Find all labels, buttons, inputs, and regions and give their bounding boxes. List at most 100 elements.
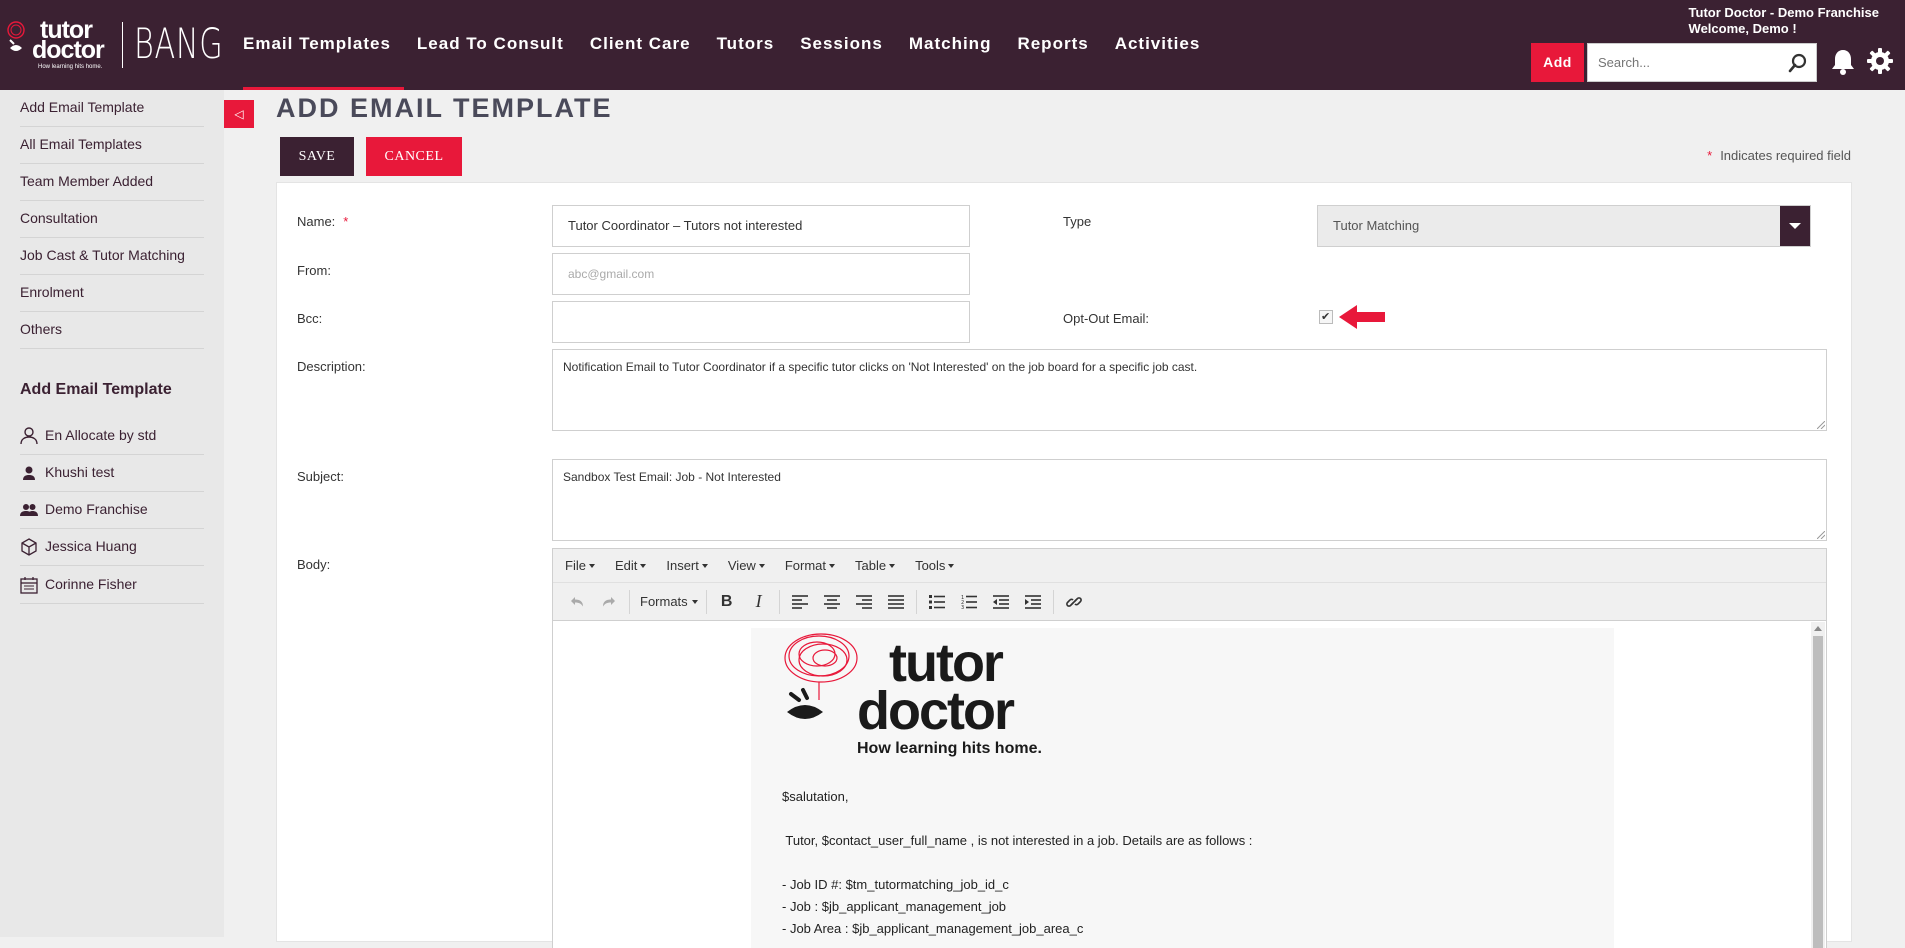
menu-table[interactable]: Table <box>855 558 896 573</box>
optout-checkbox[interactable]: ✔ <box>1319 310 1333 324</box>
formats-dropdown[interactable]: Formats <box>634 594 702 609</box>
editor-toolbar: Formats B I 123 <box>553 583 1826 621</box>
add-button[interactable]: Add <box>1531 43 1584 82</box>
type-select-value: Tutor Matching <box>1333 218 1420 233</box>
required-field-note: * Indicates required field <box>1707 148 1851 163</box>
cancel-button[interactable]: CANCEL <box>366 137 462 176</box>
description-text: Notification Email to Tutor Coordinator … <box>563 360 1198 374</box>
align-justify-icon[interactable] <box>880 588 912 616</box>
name-label: Name: * <box>297 214 348 229</box>
sidebar-item-job-cast-tutor-matching[interactable]: Job Cast & Tutor Matching <box>20 238 204 275</box>
resize-handle-icon[interactable] <box>1817 531 1825 539</box>
sidebar-item-all-email-templates[interactable]: All Email Templates <box>20 127 204 164</box>
outdent-icon[interactable] <box>985 588 1017 616</box>
user-outline-icon <box>20 427 38 445</box>
nav-matching[interactable]: Matching <box>896 0 1005 90</box>
sidebar-item-enrolment[interactable]: Enrolment <box>20 275 204 312</box>
bcc-field[interactable] <box>552 301 970 343</box>
sidebar-user-name: Corinne Fisher <box>45 576 137 592</box>
email-line-intro: Tutor, $contact_user_full_name , is not … <box>782 833 1253 848</box>
email-logo-doctor: doctor <box>857 681 1015 741</box>
toolbar-separator <box>778 589 780 614</box>
nav-sessions[interactable]: Sessions <box>787 0 896 90</box>
type-select[interactable]: Tutor Matching <box>1317 205 1811 247</box>
sidebar-user-item[interactable]: En Allocate by std <box>20 418 204 455</box>
nav-client-care[interactable]: Client Care <box>577 0 704 90</box>
sidebar-item-team-member-added[interactable]: Team Member Added <box>20 164 204 201</box>
email-line-salutation: $salutation, <box>782 789 849 804</box>
link-icon[interactable] <box>1058 588 1090 616</box>
sidebar-user-item[interactable]: Demo Franchise <box>20 492 204 529</box>
subject-label: Subject: <box>297 469 344 484</box>
search-icon[interactable] <box>1788 53 1808 73</box>
brand-name: BANG <box>134 19 224 68</box>
undo-icon[interactable] <box>561 588 593 616</box>
sidebar-user-name: Jessica Huang <box>45 538 137 554</box>
email-line-job-id: - Job ID #: $tm_tutormatching_job_id_c <box>782 877 1009 892</box>
nav-tutors[interactable]: Tutors <box>704 0 788 90</box>
align-center-icon[interactable] <box>816 588 848 616</box>
type-label: Type <box>1063 214 1092 229</box>
sidebar-section-title: Add Email Template <box>20 381 172 398</box>
scribble-brain-icon <box>784 633 858 719</box>
sidebar-item-others[interactable]: Others <box>20 312 204 349</box>
save-button[interactable]: SAVE <box>280 137 354 176</box>
menu-format[interactable]: Format <box>785 558 836 573</box>
user-filled-icon <box>23 466 35 480</box>
search-input[interactable] <box>1588 44 1778 81</box>
from-field[interactable]: abc@gmail.com <box>552 253 970 295</box>
scrollbar-thumb[interactable] <box>1813 636 1823 948</box>
align-right-icon[interactable] <box>848 588 880 616</box>
toolbar-separator <box>915 589 917 614</box>
required-star: * <box>1707 148 1713 163</box>
nav-reports[interactable]: Reports <box>1004 0 1101 90</box>
menu-file[interactable]: File <box>565 558 595 573</box>
scroll-up-icon[interactable] <box>1814 626 1822 631</box>
tutor-doctor-logo[interactable]: tutor doctor How learning hits home. <box>6 18 118 70</box>
resize-handle-icon[interactable] <box>1817 421 1825 429</box>
toolbar-separator <box>1052 589 1054 614</box>
editor-menubar: File Edit Insert View Format Table Tools <box>553 549 1826 583</box>
search-box <box>1587 43 1817 82</box>
description-field[interactable]: Notification Email to Tutor Coordinator … <box>552 349 1827 431</box>
svg-text:3: 3 <box>961 605 964 609</box>
sidebar-user-name: Khushi test <box>45 464 115 480</box>
description-label: Description: <box>297 359 366 374</box>
align-left-icon[interactable] <box>784 588 816 616</box>
nav-lead-to-consult[interactable]: Lead To Consult <box>404 0 577 90</box>
editor-scrollbar[interactable] <box>1811 622 1825 948</box>
italic-icon[interactable]: I <box>743 588 775 616</box>
user-info: Tutor Doctor - Demo Franchise Welcome, D… <box>1689 5 1879 37</box>
sidebar-user-item[interactable]: Corinne Fisher <box>20 567 204 604</box>
chevron-down-icon[interactable] <box>1780 206 1810 246</box>
sidebar-user-item[interactable]: Khushi test <box>20 455 204 492</box>
email-line-job: - Job : $jb_applicant_management_job <box>782 899 1007 914</box>
from-label: From: <box>297 263 331 278</box>
sidebar-user-item[interactable]: Jessica Huang <box>20 529 204 566</box>
bold-icon[interactable]: B <box>711 588 743 616</box>
subject-field[interactable]: Sandbox Test Email: Job - Not Interested <box>552 459 1827 541</box>
editor-content-area[interactable]: tutor doctor How learning hits home. $sa… <box>553 622 1826 948</box>
sidebar-item-consultation[interactable]: Consultation <box>20 201 204 238</box>
gear-icon[interactable] <box>1866 47 1894 75</box>
numbered-list-icon[interactable]: 123 <box>953 588 985 616</box>
brand-divider <box>122 22 123 68</box>
bullet-list-icon[interactable] <box>921 588 953 616</box>
email-logo: tutor doctor How learning hits home. <box>779 628 1079 763</box>
email-body: tutor doctor How learning hits home. $sa… <box>751 628 1614 948</box>
redo-icon[interactable] <box>593 588 625 616</box>
menu-edit[interactable]: Edit <box>615 558 647 573</box>
indent-icon[interactable] <box>1017 588 1049 616</box>
nav-email-templates[interactable]: Email Templates <box>230 0 404 90</box>
menu-insert[interactable]: Insert <box>666 558 708 573</box>
name-field[interactable]: Tutor Coordinator – Tutors not intereste… <box>552 205 970 247</box>
menu-tools[interactable]: Tools <box>915 558 955 573</box>
sidebar-item-add-email-template[interactable]: Add Email Template <box>20 90 204 127</box>
franchise-name: Tutor Doctor - Demo Franchise <box>1688 5 1879 20</box>
checkmark-icon: ✔ <box>1321 311 1331 323</box>
menu-view[interactable]: View <box>728 558 765 573</box>
users-group-icon <box>20 504 38 516</box>
collapse-sidebar-button[interactable]: ◁ <box>224 100 254 128</box>
nav-activities[interactable]: Activities <box>1102 0 1214 90</box>
bell-icon[interactable] <box>1830 48 1856 76</box>
